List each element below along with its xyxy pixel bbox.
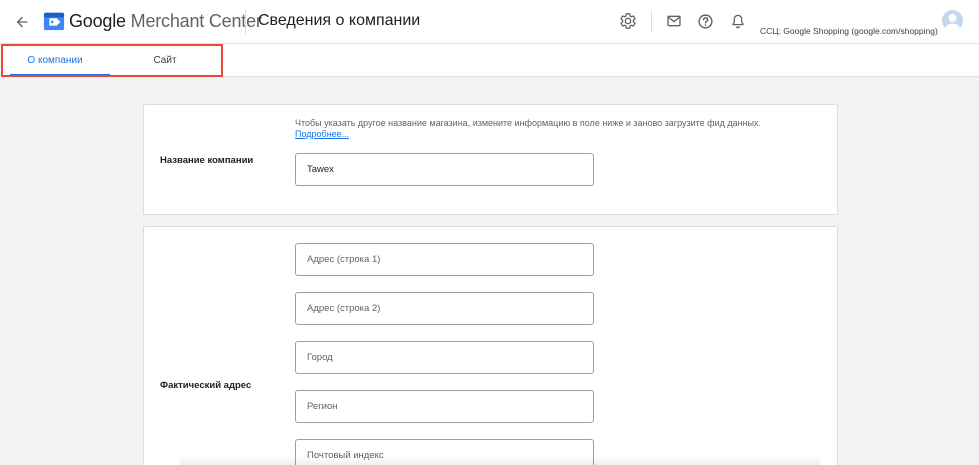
merchant-center-logo-icon bbox=[43, 12, 65, 31]
help-button[interactable] bbox=[695, 11, 715, 31]
city-input[interactable] bbox=[295, 341, 594, 374]
address-line2-input[interactable] bbox=[295, 292, 594, 325]
settings-icon bbox=[620, 13, 636, 29]
arrow-back-icon bbox=[16, 16, 28, 28]
page-title: Сведения о компании bbox=[258, 12, 421, 29]
mail-icon bbox=[667, 15, 681, 27]
settings-button[interactable] bbox=[618, 11, 638, 31]
region-input[interactable] bbox=[295, 390, 594, 423]
product-name: Google Merchant Center bbox=[69, 11, 262, 32]
title-divider bbox=[245, 9, 246, 34]
company-name-input[interactable] bbox=[295, 153, 594, 186]
learn-more-link[interactable]: Подробнее... bbox=[295, 129, 349, 139]
notifications-button[interactable] bbox=[728, 11, 748, 31]
top-app-bar: Google Merchant Center Сведения о компан… bbox=[0, 0, 979, 44]
avatar-person-icon bbox=[945, 14, 960, 31]
company-name-hint: Чтобы указать другое название магазина, … bbox=[295, 118, 762, 128]
back-button[interactable] bbox=[11, 11, 33, 33]
postal-code-input[interactable] bbox=[295, 439, 594, 465]
account-label[interactable]: ССЦ: Google Shopping (google.com/shoppin… bbox=[760, 26, 938, 36]
tab-about-company[interactable]: О компании bbox=[0, 44, 110, 77]
address-line1-input[interactable] bbox=[295, 243, 594, 276]
product-name-merchant-center: Merchant Center bbox=[125, 11, 262, 31]
notifications-icon bbox=[732, 14, 744, 29]
company-name-label: Название компании bbox=[160, 155, 254, 166]
avatar[interactable] bbox=[942, 10, 963, 31]
physical-address-label: Фактический адрес bbox=[160, 380, 252, 391]
help-icon bbox=[697, 13, 713, 29]
tab-bar: О компании Сайт bbox=[0, 44, 979, 77]
address-card: Фактический адрес bbox=[143, 226, 838, 465]
product-name-google: Google bbox=[69, 11, 126, 31]
company-name-card: Чтобы указать другое название магазина, … bbox=[143, 104, 838, 215]
tab-site[interactable]: Сайт bbox=[110, 44, 220, 77]
icon-divider bbox=[651, 11, 652, 32]
mail-button[interactable] bbox=[664, 11, 684, 31]
